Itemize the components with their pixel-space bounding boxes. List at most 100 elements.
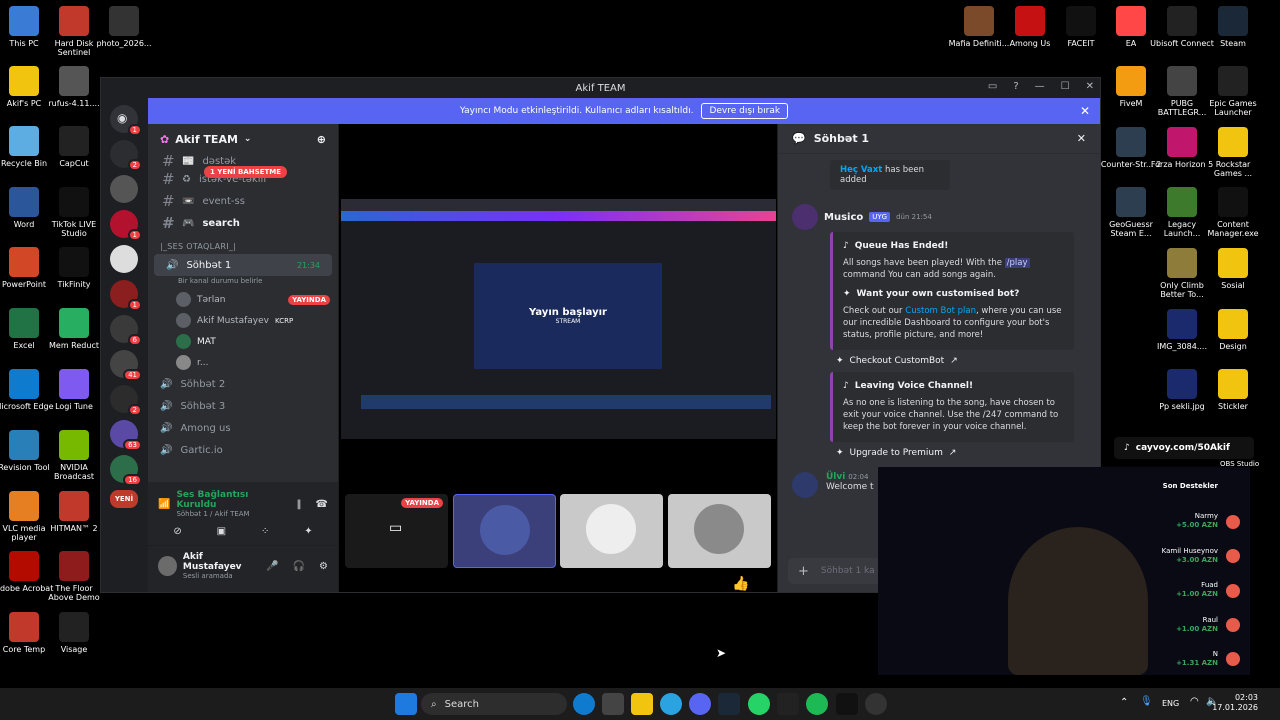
desktop-shortcut[interactable]: photo_2026...	[92, 6, 156, 48]
voice-member[interactable]: Akif Mustafayev KCRP	[148, 310, 338, 331]
desktop-shortcut[interactable]: Content Manager.exe	[1201, 187, 1265, 238]
microphone-icon[interactable]: 🎙	[1140, 696, 1153, 707]
participant-tile[interactable]	[453, 494, 556, 568]
desktop-shortcut[interactable]: Sosial	[1201, 248, 1265, 290]
stream-stage: Yayın başlayır STREAM YAYINDA ▭ 👍	[339, 124, 777, 592]
participant-tile[interactable]	[560, 494, 663, 568]
help-icon[interactable]: ?	[1013, 81, 1018, 92]
participant-tile[interactable]	[668, 494, 771, 568]
message-author[interactable]: Ülvi	[826, 472, 845, 482]
desktop-shortcut[interactable]: Visage	[42, 612, 106, 654]
channel-status[interactable]: Bir kanal durumu belirle	[148, 276, 338, 289]
direct-messages-icon[interactable]: ◉ 1	[110, 105, 142, 136]
added-user[interactable]: Heç Vaxt	[840, 165, 882, 175]
close-banner-icon[interactable]: ✕	[1080, 104, 1090, 118]
stream-tile[interactable]: YAYINDA ▭	[345, 494, 448, 568]
minimize-icon[interactable]: —	[1035, 81, 1045, 92]
voice-channel[interactable]: 🔊 Among us	[148, 417, 338, 439]
server-icon[interactable]: 16	[110, 455, 142, 486]
server-icon[interactable]	[110, 245, 138, 273]
steam-icon[interactable]	[718, 693, 740, 715]
maximize-icon[interactable]: ☐	[1061, 81, 1070, 92]
headphones-icon[interactable]: 🎧	[293, 561, 305, 572]
telegram-icon[interactable]	[660, 693, 682, 715]
desktop-shortcut[interactable]: Epic Games Launcher	[1201, 66, 1265, 117]
server-header[interactable]: ✿ Akif TEAM ⌄ ⊕	[148, 124, 338, 154]
voice-status[interactable]: Ses Bağlantısı Kuruldu	[176, 490, 290, 510]
new-servers-button[interactable]: YENİ	[110, 490, 138, 508]
settings-icon[interactable]: ⚙	[319, 561, 328, 572]
user-avatar[interactable]	[158, 556, 177, 576]
server-icon[interactable]: 1	[110, 280, 142, 311]
server-icon[interactable]: 1	[110, 210, 142, 241]
discord-icon[interactable]	[689, 693, 711, 715]
server-icon[interactable]: 41	[110, 350, 142, 381]
desktop-shortcut[interactable]: rufus-4.11....	[42, 66, 106, 108]
server-icon[interactable]: 2	[110, 385, 142, 416]
microphone-icon[interactable]: 🎤	[266, 561, 278, 572]
desktop-shortcut[interactable]: TikTok LIVE Studio	[42, 187, 106, 238]
voice-member[interactable]: Tərlan YAYINDA	[148, 289, 338, 310]
checkout-custombot-button[interactable]: ✦ Checkout CustomBot ↗	[836, 356, 1100, 366]
language-indicator[interactable]: ENG	[1162, 699, 1179, 708]
chevron-up-icon[interactable]: ⌃	[1120, 697, 1128, 708]
close-chat-icon[interactable]: ✕	[1077, 132, 1086, 145]
epic-games-icon[interactable]	[777, 693, 799, 715]
obs-icon[interactable]	[865, 693, 887, 715]
voice-channel[interactable]: 🔊 Söhbət 3	[148, 395, 338, 417]
desktop-shortcut[interactable]: Steam	[1201, 6, 1265, 48]
desktop-shortcut[interactable]: HITMAN™ 2	[42, 491, 106, 533]
voice-member[interactable]: MAT	[148, 331, 338, 352]
plus-icon[interactable]: +	[798, 564, 809, 579]
voice-channel-active[interactable]: 🔊 Söhbət 1 21:34	[154, 254, 332, 276]
desktop-shortcut[interactable]: CapCut	[42, 126, 106, 168]
voice-member[interactable]: r...	[148, 352, 338, 373]
whatsapp-icon[interactable]	[748, 693, 770, 715]
inbox-icon[interactable]: ▭	[988, 81, 997, 92]
store-icon[interactable]	[602, 693, 624, 715]
bot-name[interactable]: Musico	[824, 212, 863, 223]
server-icon[interactable]: 2	[110, 140, 142, 171]
edge-icon[interactable]	[573, 693, 595, 715]
desktop-shortcut[interactable]: The Floor Above Demo	[42, 551, 106, 602]
desktop-shortcut[interactable]: Mem Reduct	[42, 308, 106, 350]
soundboard-icon[interactable]: ✦	[304, 526, 312, 537]
desktop-shortcut[interactable]: NVIDIA Broadcast	[42, 430, 106, 481]
noise-suppression-icon[interactable]: ‖	[297, 499, 302, 510]
server-icon[interactable]	[110, 175, 138, 203]
windows-start-icon[interactable]	[395, 693, 417, 715]
voice-channel[interactable]: 🔊 Gartic.io	[148, 439, 338, 461]
disable-streamer-mode-button[interactable]: Devre dışı bırak	[701, 103, 789, 119]
username[interactable]: Akif Mustafayev	[183, 552, 260, 572]
new-mentions-badge[interactable]: 1 YENİ BAHSETME	[204, 166, 288, 178]
channel-item[interactable]: # 📼 event-ss	[148, 190, 338, 212]
activities-icon[interactable]: ⁘	[261, 526, 269, 537]
desktop-shortcut[interactable]: Design	[1201, 309, 1265, 351]
bot-avatar[interactable]	[792, 204, 818, 230]
file-explorer-icon[interactable]	[631, 693, 653, 715]
desktop-shortcut[interactable]: Rockstar Games ...	[1201, 127, 1265, 178]
server-icon[interactable]: 6	[110, 315, 142, 346]
system-clock[interactable]: 02:03 17.01.2026	[1212, 693, 1258, 714]
channel-item[interactable]: # 🎮 search	[148, 212, 338, 234]
voice-channel[interactable]: 🔊 Söhbət 2	[148, 373, 338, 395]
screen-share-icon[interactable]: ▣	[217, 526, 226, 537]
upgrade-premium-button[interactable]: ✦ Upgrade to Premium ↗	[836, 448, 1100, 458]
desktop-shortcut[interactable]: TikFinity	[42, 247, 106, 289]
server-icon[interactable]: 63	[110, 420, 142, 451]
voice-category[interactable]: |_SES OTAQLARI_|	[148, 234, 338, 254]
disconnect-icon[interactable]: ☎	[316, 499, 328, 510]
camera-off-icon[interactable]: ⊘	[173, 526, 181, 537]
custom-bot-link[interactable]: Custom Bot plan	[905, 306, 976, 316]
taskbar-search[interactable]: ⌕ Search	[421, 693, 567, 715]
screen-share-view[interactable]: Yayın başlayır STREAM	[341, 199, 776, 439]
avatar[interactable]	[792, 471, 818, 498]
spotify-icon[interactable]	[806, 693, 828, 715]
wifi-icon[interactable]: ◠	[1190, 696, 1199, 707]
close-icon[interactable]: ✕	[1086, 81, 1094, 92]
voice-location: Söhbət 1 / Akif TEAM	[176, 510, 250, 518]
tikfinity-icon[interactable]	[836, 693, 858, 715]
desktop-shortcut[interactable]: Logi Tune	[42, 369, 106, 411]
add-member-icon[interactable]: ⊕	[317, 133, 326, 146]
desktop-shortcut[interactable]: Stickler	[1201, 369, 1265, 411]
